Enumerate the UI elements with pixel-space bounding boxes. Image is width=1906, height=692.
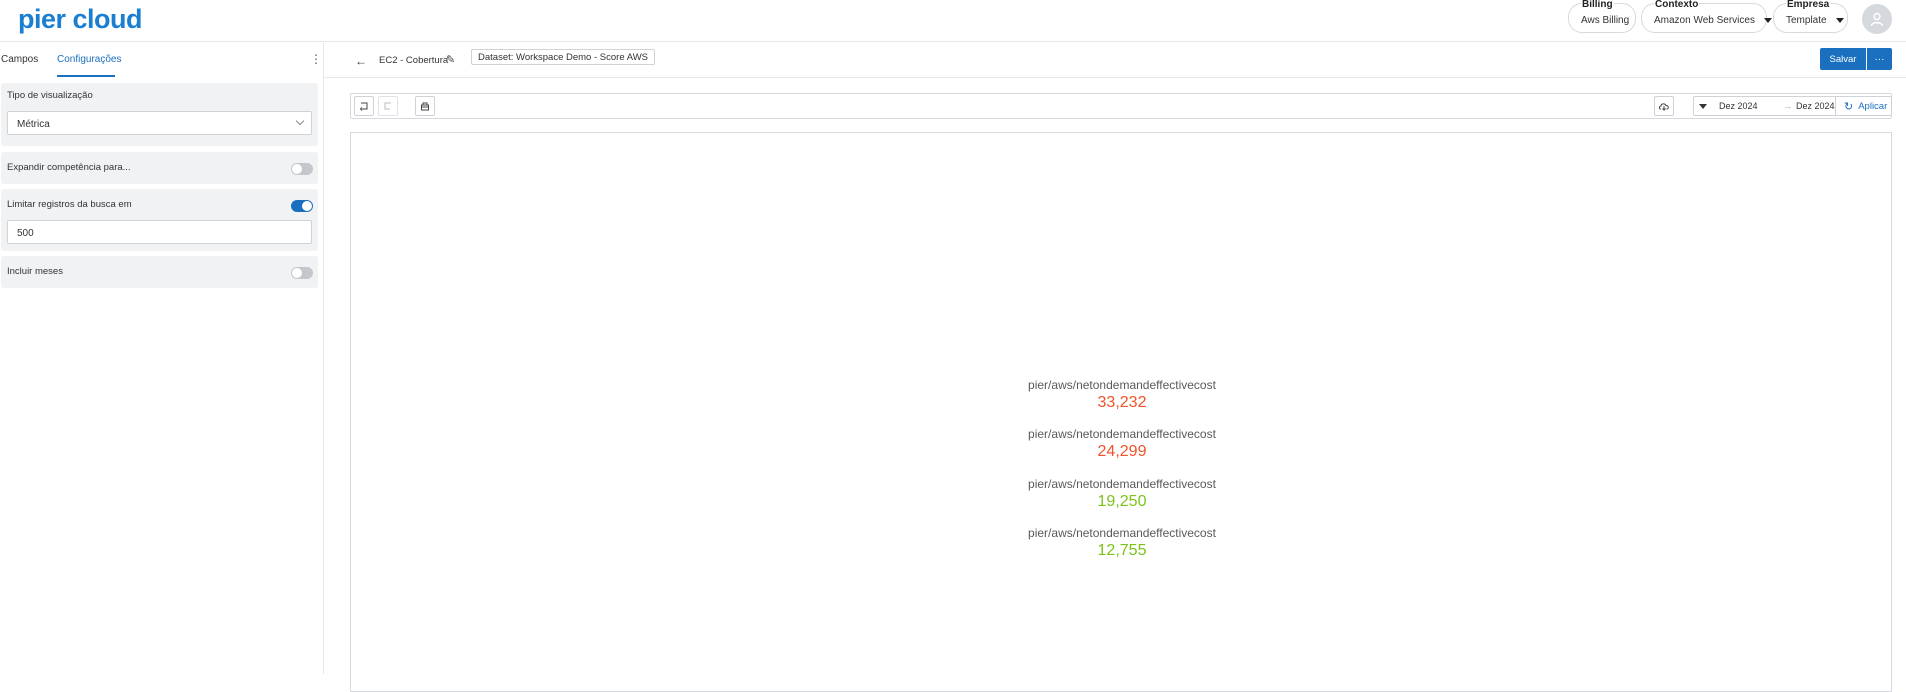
metric-item: pier/aws/netondemandeffectivecost 19,250 [351, 477, 1893, 513]
back-arrow-icon[interactable]: ← [355, 55, 367, 67]
redo-icon [384, 102, 391, 110]
metric-value: 12,755 [1097, 542, 1147, 559]
refresh-icon: ↻ [1844, 100, 1854, 113]
context-value: Amazon Web Services [1654, 15, 1755, 26]
limit-label: Limitar registros da busca em [7, 199, 132, 210]
undo-icon [359, 102, 368, 111]
metric-item: pier/aws/netondemandeffectivecost 12,755 [351, 526, 1893, 562]
metric-value: 19,250 [1097, 493, 1147, 510]
visualization-card: Tipo de visualização Métrica [1, 83, 318, 146]
chevron-down-icon [295, 116, 305, 126]
redo-button[interactable] [378, 96, 398, 116]
limit-value: 500 [17, 228, 34, 239]
limit-toggle[interactable] [291, 200, 313, 212]
cloud-download-button[interactable] [1654, 96, 1674, 116]
tab-campos[interactable]: Campos [1, 54, 38, 65]
limit-card: Limitar registros da busca em 500 [1, 189, 318, 251]
company-value: Template [1786, 15, 1827, 26]
visualization-label: Tipo de visualização [7, 90, 93, 101]
undo-button[interactable] [354, 96, 374, 116]
chart-toolbar: Dez 2024 → Dez 2024 ↻ Aplicar [350, 93, 1892, 119]
metric-label: pier/aws/netondemandeffectivecost [1028, 477, 1216, 491]
active-tab-indicator [57, 75, 115, 77]
metric-label: pier/aws/netondemandeffectivecost [1028, 526, 1216, 540]
metric-item: pier/aws/netondemandeffectivecost 24,299 [351, 427, 1893, 463]
arrow-right-icon: → [1783, 101, 1792, 111]
chevron-down-icon [1835, 18, 1844, 23]
expand-label: Expandir competência para... [7, 162, 131, 173]
dataset-badge[interactable]: Dataset: Workspace Demo - Score AWS [471, 49, 656, 65]
limit-input[interactable]: 500 [7, 220, 312, 244]
chevron-down-icon [1699, 103, 1707, 109]
visualization-value: Métrica [17, 119, 50, 130]
kebab-menu-icon[interactable]: ⋮ [310, 53, 322, 65]
top-header: pier cloud Billing Aws Billing Contexto … [0, 0, 1906, 42]
apply-label: Aplicar [1858, 100, 1888, 112]
apply-button[interactable]: ↻ Aplicar [1835, 96, 1892, 116]
eraser-icon [421, 102, 429, 111]
context-selector[interactable]: Contexto Amazon Web Services [1641, 0, 1772, 33]
dashboard-title: EC2 - Cobertura [379, 55, 449, 66]
include-months-toggle[interactable] [291, 267, 313, 279]
edit-pencil-icon[interactable]: ✎ [446, 53, 455, 66]
metric-label: pier/aws/netondemandeffectivecost [1028, 427, 1216, 441]
chevron-down-icon [1763, 18, 1772, 23]
metric-value: 24,299 [1097, 443, 1147, 460]
avatar[interactable] [1862, 4, 1892, 34]
expand-card: Expandir competência para... [1, 152, 318, 184]
metric-value: 33,232 [1097, 394, 1147, 411]
save-button[interactable]: Salvar [1820, 48, 1866, 70]
company-label: Empresa [1786, 0, 1831, 10]
include-months-label: Incluir meses [7, 266, 63, 277]
main-area: ← EC2 - Cobertura ✎ Dataset: Workspace D… [325, 43, 1906, 692]
metric-chart: pier/aws/netondemandeffectivecost 33,232… [350, 132, 1892, 692]
app-logo[interactable]: pier cloud [18, 4, 143, 35]
company-selector[interactable]: Empresa Template [1773, 0, 1848, 33]
tab-configuracoes[interactable]: Configurações [57, 54, 121, 65]
date-range-dropdown[interactable] [1693, 96, 1713, 116]
billing-value: Aws Billing [1581, 15, 1630, 26]
context-label: Contexto [1654, 0, 1700, 10]
visualization-select[interactable]: Métrica [7, 111, 312, 135]
date-to: Dez 2024 [1796, 101, 1835, 111]
clear-button[interactable] [415, 96, 435, 116]
divider [325, 77, 1906, 78]
expand-toggle[interactable] [291, 163, 313, 175]
billing-label: Billing [1581, 0, 1614, 10]
include-months-card: Incluir meses [1, 256, 318, 288]
user-icon [1870, 12, 1884, 27]
cloud-download-icon [1658, 103, 1669, 111]
settings-panel: Campos Configurações ⋮ Tipo de visualiza… [0, 43, 324, 674]
metric-label: pier/aws/netondemandeffectivecost [1028, 378, 1216, 392]
panel-tabs: Campos Configurações ⋮ [0, 43, 324, 77]
more-options-button[interactable]: ··· [1867, 48, 1892, 70]
billing-selector[interactable]: Billing Aws Billing [1568, 0, 1636, 33]
date-from: Dez 2024 [1719, 101, 1758, 111]
metric-item: pier/aws/netondemandeffectivecost 33,232 [351, 378, 1893, 414]
